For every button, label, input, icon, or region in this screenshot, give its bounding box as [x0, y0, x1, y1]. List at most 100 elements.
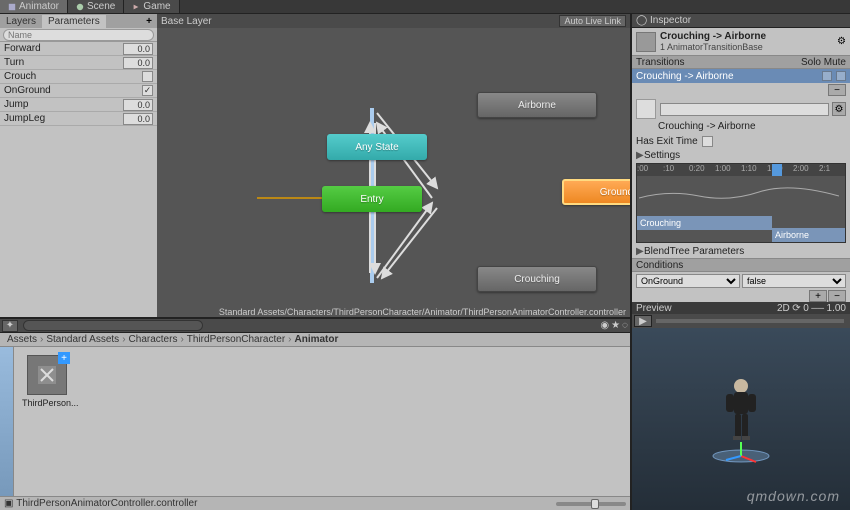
gear-icon[interactable]: ⚙	[832, 102, 846, 116]
param-name: JumpLeg	[4, 113, 123, 124]
transitions-label: Transitions	[636, 57, 685, 68]
timeline-tick: 1:10	[741, 164, 757, 173]
transition-timeline[interactable]: :00:100:201:001:101:202:002:1 Crouching …	[636, 163, 846, 243]
transition-icon-small	[636, 99, 656, 119]
breadcrumb-item[interactable]: Standard Assets	[43, 334, 122, 345]
remove-condition-button[interactable]: −	[828, 290, 846, 302]
timeline-tick: 2:1	[819, 164, 830, 173]
hidden-icon[interactable]: ◌	[622, 320, 628, 331]
add-badge-icon: +	[58, 352, 70, 364]
transition-name-input[interactable]	[660, 103, 829, 116]
param-value-input[interactable]: 0.0	[123, 43, 153, 55]
state-node-anystate[interactable]: Any State	[327, 134, 427, 160]
param-value-input[interactable]: 0.0	[123, 57, 153, 69]
mute-label: Mute	[824, 57, 846, 68]
condition-param-select[interactable]: OnGround	[636, 274, 740, 288]
transition-icon	[636, 32, 656, 52]
preview-viewport[interactable]	[632, 328, 850, 510]
parameter-search-input[interactable]	[3, 29, 154, 41]
param-value-input[interactable]: 0.0	[123, 113, 153, 125]
breadcrumb[interactable]: Assets›Standard Assets›Characters›ThirdP…	[0, 333, 630, 347]
param-value-input[interactable]: 0.0	[123, 99, 153, 111]
tab-inspector[interactable]: ◯ Inspector	[636, 15, 691, 26]
project-search-input[interactable]	[23, 320, 203, 331]
tab-layers[interactable]: Layers	[0, 15, 42, 28]
solo-label: Solo	[801, 57, 821, 68]
state-node-grounded[interactable]: Grounded	[562, 179, 630, 205]
foldout-icon[interactable]: ▶	[636, 150, 644, 161]
param-row-crouch[interactable]: Crouch	[0, 70, 157, 84]
param-row-turn[interactable]: Turn0.0	[0, 56, 157, 70]
transition-list-item[interactable]: Crouching -> Airborne	[632, 69, 850, 83]
preview-2d-toggle[interactable]: 2D	[777, 303, 790, 314]
tab-scene[interactable]: Scene	[68, 0, 124, 13]
filter-icon[interactable]: ◉	[600, 320, 609, 331]
inspector-title: Crouching -> Airborne	[660, 31, 837, 42]
timeline-clip-from[interactable]: Crouching	[637, 216, 772, 230]
state-node-entry[interactable]: Entry	[322, 186, 422, 212]
has-exit-time-label: Has Exit Time	[636, 136, 698, 147]
solo-checkbox[interactable]	[822, 71, 832, 81]
layer-breadcrumb[interactable]: Base Layer	[161, 16, 212, 27]
folder-icon: ▣	[4, 498, 13, 509]
transition-desc: Crouching -> Airborne	[632, 121, 850, 134]
param-row-jump[interactable]: Jump0.0	[0, 98, 157, 112]
add-condition-button[interactable]: +	[809, 290, 827, 302]
thumbnail-size-slider[interactable]	[556, 502, 626, 506]
param-name: Turn	[4, 57, 123, 68]
param-name: Crouch	[4, 71, 142, 82]
timeline-tick: :10	[663, 164, 674, 173]
breadcrumb-item[interactable]: Assets	[4, 334, 40, 345]
character-preview	[706, 374, 776, 464]
condition-value-select[interactable]: false	[742, 274, 846, 288]
preview-speed: 1.00	[827, 303, 846, 314]
settings-label: Settings	[644, 150, 680, 161]
remove-transition-button[interactable]: −	[828, 84, 846, 96]
timeline-tick: 0:20	[689, 164, 705, 173]
foldout-icon[interactable]: ▶	[636, 246, 644, 257]
param-name: OnGround	[4, 85, 142, 96]
preview-icon[interactable]: ⟳	[792, 303, 800, 314]
tab-game[interactable]: Game	[124, 0, 179, 13]
param-row-forward[interactable]: Forward0.0	[0, 42, 157, 56]
param-checkbox[interactable]	[142, 71, 153, 82]
animator-graph[interactable]: Base Layer Auto Live Link Airborne Any S…	[157, 14, 630, 317]
inspector-subtitle: 1 AnimatorTransitionBase	[660, 42, 837, 52]
param-name: Jump	[4, 99, 123, 110]
gear-icon[interactable]: ⚙	[837, 36, 846, 47]
timeline-tick: 1:00	[715, 164, 731, 173]
play-button[interactable]: ▶	[634, 315, 652, 327]
tab-parameters[interactable]: Parameters	[42, 15, 106, 28]
preview-time: 0	[803, 303, 809, 314]
timeline-playhead[interactable]	[772, 164, 782, 176]
auto-live-link-toggle[interactable]: Auto Live Link	[559, 15, 626, 27]
timeline-tick: 2:00	[793, 164, 809, 173]
inspector-panel: ◯ Inspector Crouching -> Airborne 1 Anim…	[630, 14, 850, 510]
timeline-tick: :00	[637, 164, 648, 173]
param-row-onground[interactable]: OnGround✓	[0, 84, 157, 98]
asset-label: ThirdPerson...	[22, 398, 72, 408]
asset-thumbnail: +	[27, 355, 67, 395]
blendtree-label: BlendTree Parameters	[644, 246, 744, 257]
status-asset-name: ThirdPersonAnimatorController.controller	[16, 498, 197, 509]
tab-animator[interactable]: Animator	[0, 0, 68, 13]
mute-checkbox[interactable]	[836, 71, 846, 81]
has-exit-time-checkbox[interactable]	[702, 136, 713, 147]
breadcrumb-item[interactable]: Characters	[126, 334, 181, 345]
param-checkbox[interactable]: ✓	[142, 85, 153, 96]
timeline-clip-to[interactable]: Airborne	[772, 228, 845, 242]
param-name: Forward	[4, 43, 123, 54]
param-row-jumpleg[interactable]: JumpLeg0.0	[0, 112, 157, 126]
state-node-airborne[interactable]: Airborne	[477, 92, 597, 118]
favorite-icon[interactable]: ★	[611, 320, 620, 331]
breadcrumb-item[interactable]: Animator	[292, 334, 342, 345]
project-column-bar[interactable]	[0, 347, 14, 496]
preview-scrubber[interactable]	[656, 319, 844, 323]
breadcrumb-item[interactable]: ThirdPersonCharacter	[184, 334, 288, 345]
add-parameter-button[interactable]: +	[141, 16, 157, 27]
asset-path-status: Standard Assets/Characters/ThirdPersonCh…	[219, 307, 626, 317]
parameters-panel: Layers Parameters + Forward0.0Turn0.0Cro…	[0, 14, 157, 317]
state-node-crouching[interactable]: Crouching	[477, 266, 597, 292]
create-button[interactable]: ✦	[2, 320, 18, 332]
asset-item-controller[interactable]: + ThirdPerson...	[22, 355, 72, 408]
